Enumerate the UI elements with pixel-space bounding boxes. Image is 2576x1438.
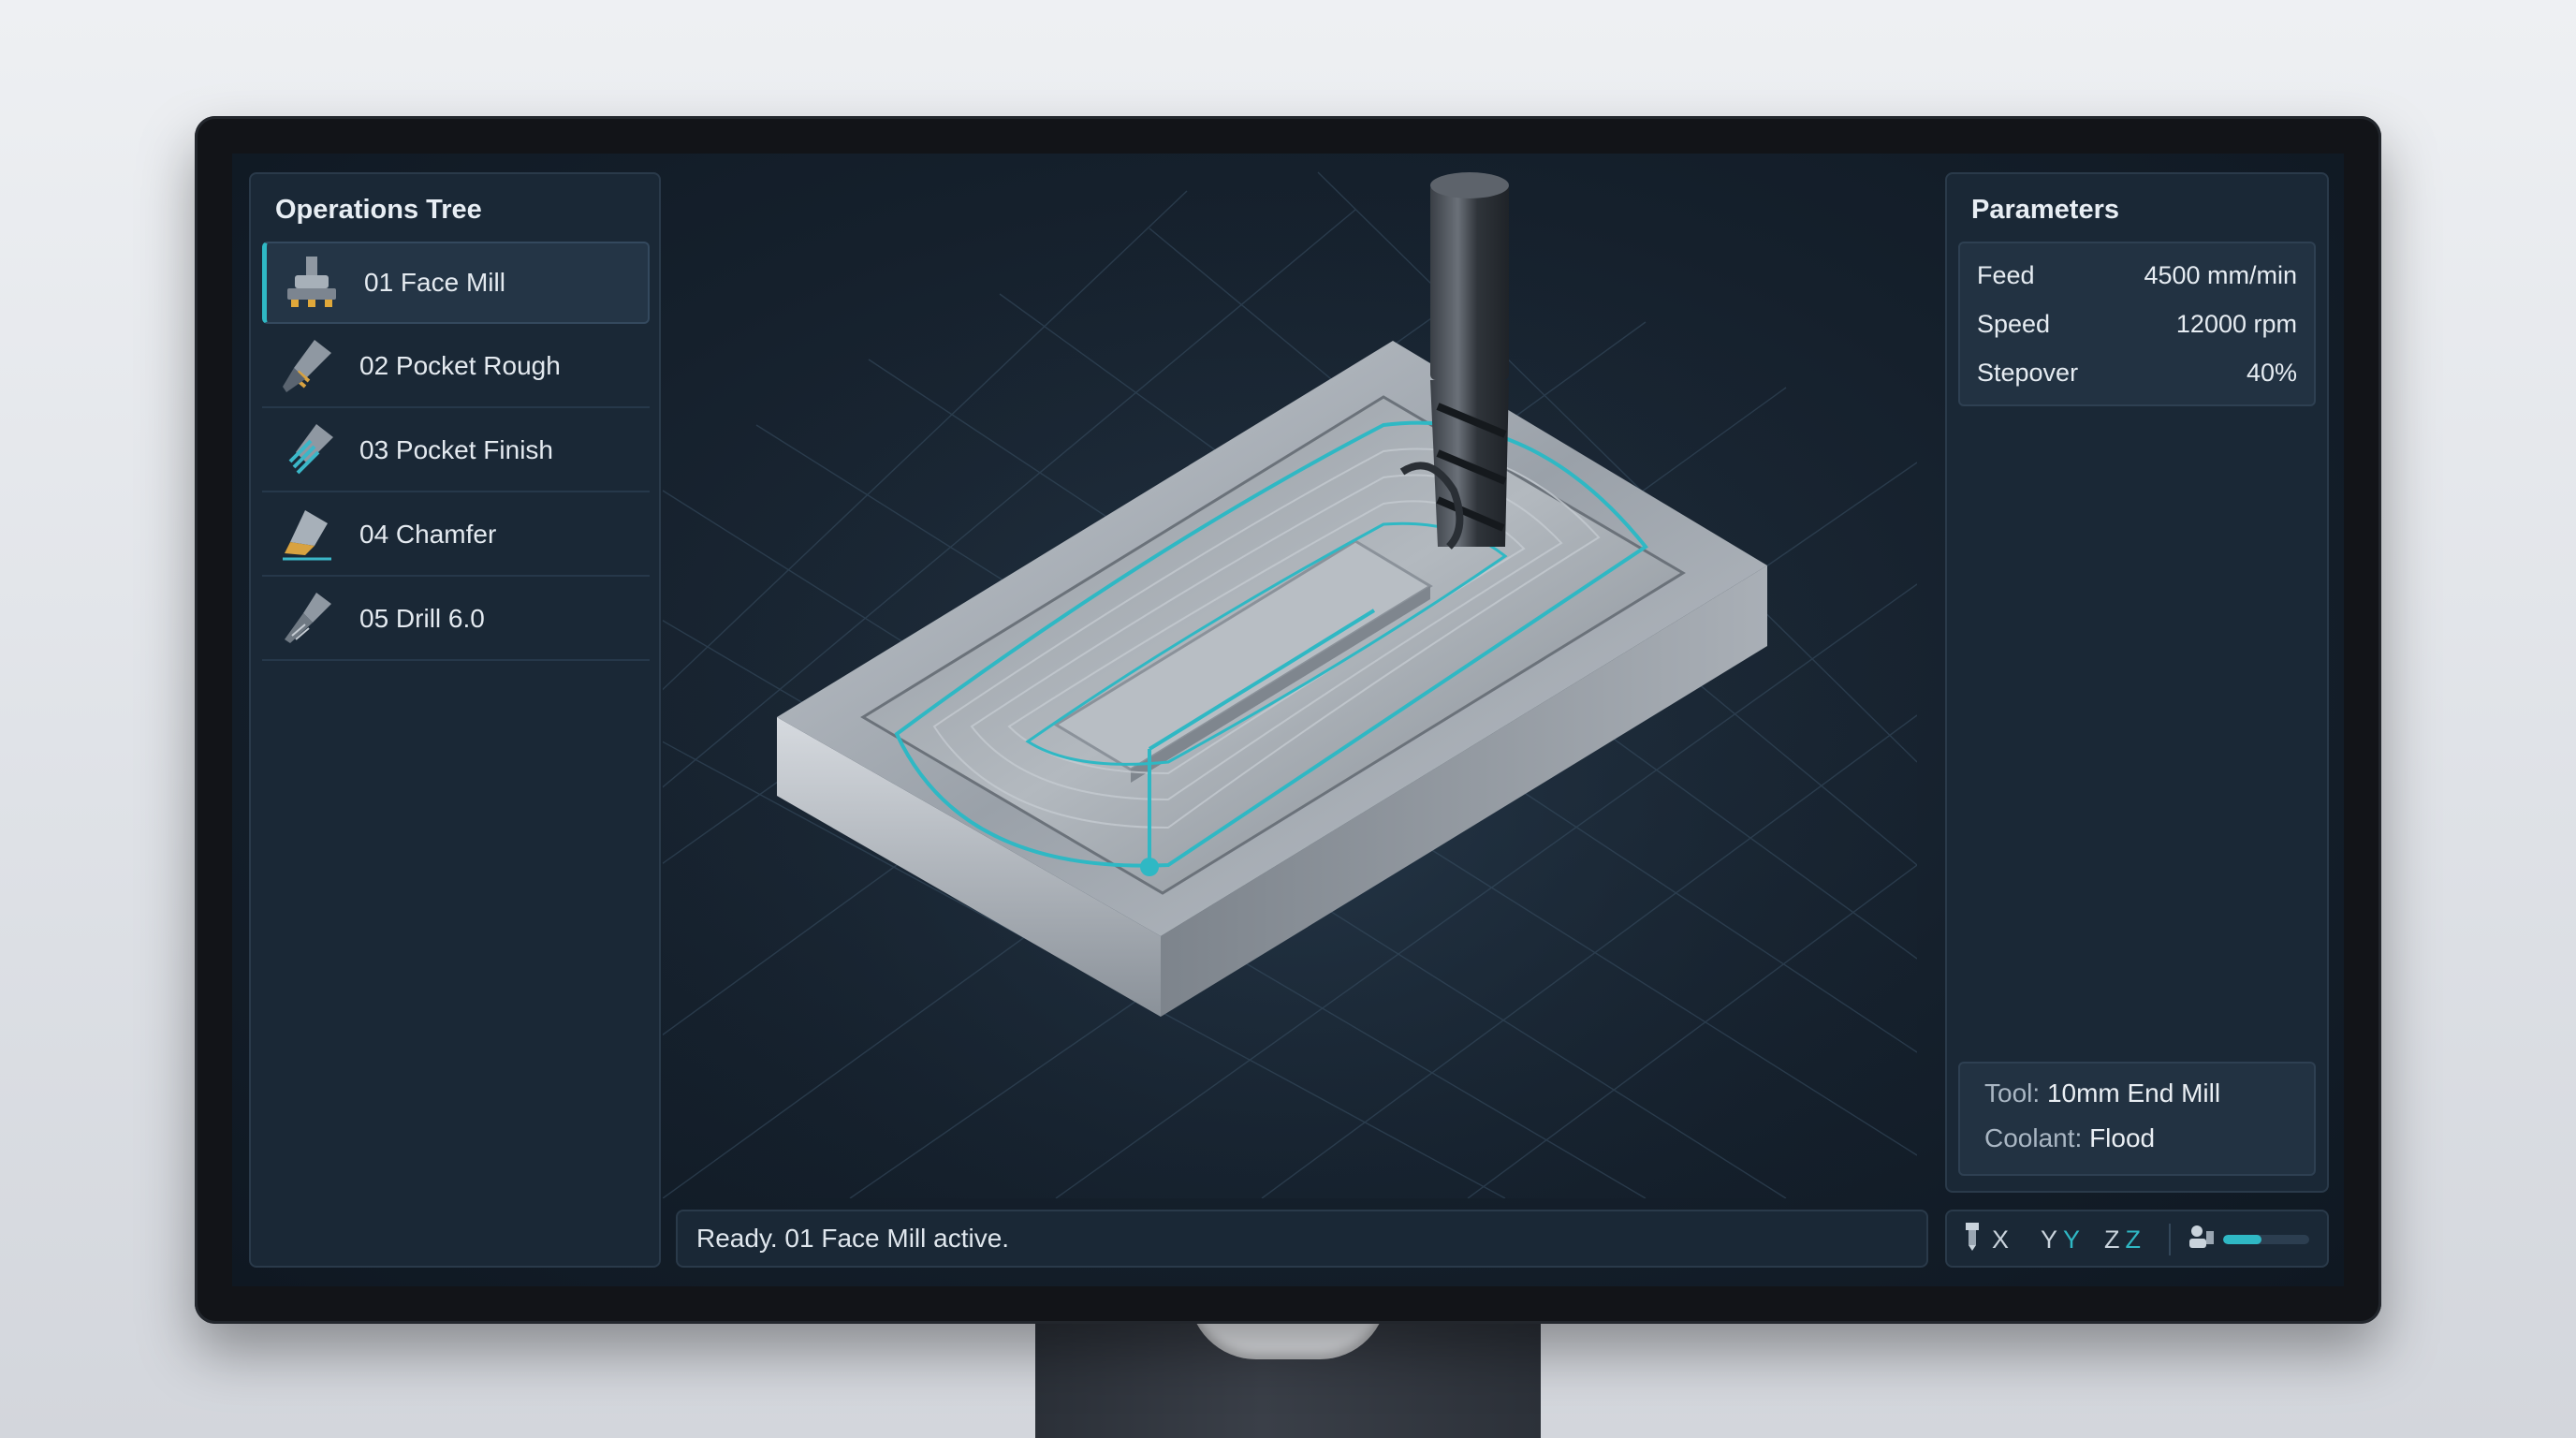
coord-separator bbox=[2169, 1224, 2172, 1255]
operation-item-pocket-finish[interactable]: 03 Pocket Finish bbox=[262, 410, 650, 492]
operation-label: 02 Pocket Rough bbox=[359, 351, 561, 380]
param-row-feed[interactable]: Feed 4500 mm/min bbox=[1977, 257, 2297, 294]
spindle-progress-bar bbox=[2223, 1235, 2310, 1244]
status-message: Ready. 01 Face Mill active. bbox=[696, 1224, 1010, 1253]
pocket-finish-icon bbox=[273, 417, 341, 484]
operations-tree-title: Operations Tree bbox=[275, 195, 482, 225]
param-value: 12000 rpm bbox=[2175, 309, 2297, 338]
coolant-key: Coolant: bbox=[1984, 1123, 2083, 1152]
cam-app-screen: Operations Tree 01 Face Mill 02 Pocket R… bbox=[232, 154, 2344, 1286]
param-value: 4500 mm/min bbox=[2144, 260, 2297, 289]
param-value: 40% bbox=[2246, 358, 2297, 387]
x-axis-label: X bbox=[1992, 1225, 2010, 1254]
z-axis-label: Z bbox=[2104, 1225, 2120, 1254]
y-axis-value: Y bbox=[2063, 1225, 2081, 1254]
operation-item-face-mill[interactable]: 01 Face Mill bbox=[262, 242, 650, 324]
coordinate-row: X Y Y Z Z bbox=[1964, 1221, 2310, 1258]
operation-item-drill[interactable]: 05 Drill 6.0 bbox=[262, 579, 650, 661]
operation-item-pocket-rough[interactable]: 02 Pocket Rough bbox=[262, 326, 650, 408]
param-key: Speed bbox=[1977, 309, 2051, 338]
param-key: Feed bbox=[1977, 260, 2035, 289]
pocket-rough-icon bbox=[273, 332, 341, 400]
tool-value: 10mm End Mill bbox=[2046, 1078, 2221, 1108]
y-axis-label: Y bbox=[2041, 1225, 2058, 1254]
status-bar: Ready. 01 Face Mill active. bbox=[676, 1210, 1928, 1268]
tool-info-box: Tool: 10mm End Mill Coolant: Flood bbox=[1958, 1062, 2316, 1176]
param-key: Stepover bbox=[1977, 358, 2079, 387]
tool-holder-icon bbox=[1964, 1222, 1981, 1257]
param-row-speed[interactable]: Speed 12000 rpm bbox=[1977, 305, 2297, 343]
viewport-scene bbox=[663, 154, 1917, 1198]
coolant-value: Flood bbox=[2089, 1123, 2156, 1152]
operation-label: 05 Drill 6.0 bbox=[359, 604, 485, 633]
coordinate-bar: X Y Y Z Z bbox=[1945, 1210, 2329, 1268]
operation-label: 03 Pocket Finish bbox=[359, 435, 553, 464]
drill-icon bbox=[273, 585, 341, 653]
operations-list: 01 Face Mill 02 Pocket Rough 03 Pocket F… bbox=[262, 242, 650, 663]
chamfer-icon bbox=[273, 501, 341, 568]
spindle-progress-fill bbox=[2223, 1235, 2262, 1244]
parameter-table: Feed 4500 mm/min Speed 12000 rpm Stepove… bbox=[1958, 242, 2316, 406]
operations-tree-panel: Operations Tree 01 Face Mill 02 Pocket R… bbox=[249, 172, 661, 1268]
parameters-panel: Parameters Feed 4500 mm/min Speed 12000 … bbox=[1945, 172, 2329, 1193]
toolpath-start-point[interactable] bbox=[1140, 858, 1159, 876]
tool-line: Tool: 10mm End Mill bbox=[1984, 1078, 2220, 1108]
param-row-stepover[interactable]: Stepover 40% bbox=[1977, 354, 2297, 391]
tool-key: Tool: bbox=[1984, 1078, 2041, 1108]
parameters-title: Parameters bbox=[1971, 195, 2119, 225]
3d-viewport[interactable] bbox=[663, 154, 1917, 1198]
machine-operator-icon[interactable] bbox=[2188, 1224, 2216, 1256]
z-axis-value: Z bbox=[2125, 1225, 2142, 1254]
operation-label: 04 Chamfer bbox=[359, 520, 497, 549]
operation-item-chamfer[interactable]: 04 Chamfer bbox=[262, 494, 650, 577]
coolant-line: Coolant: Flood bbox=[1984, 1123, 2155, 1153]
face-mill-icon bbox=[278, 249, 345, 316]
operation-label: 01 Face Mill bbox=[364, 268, 505, 297]
